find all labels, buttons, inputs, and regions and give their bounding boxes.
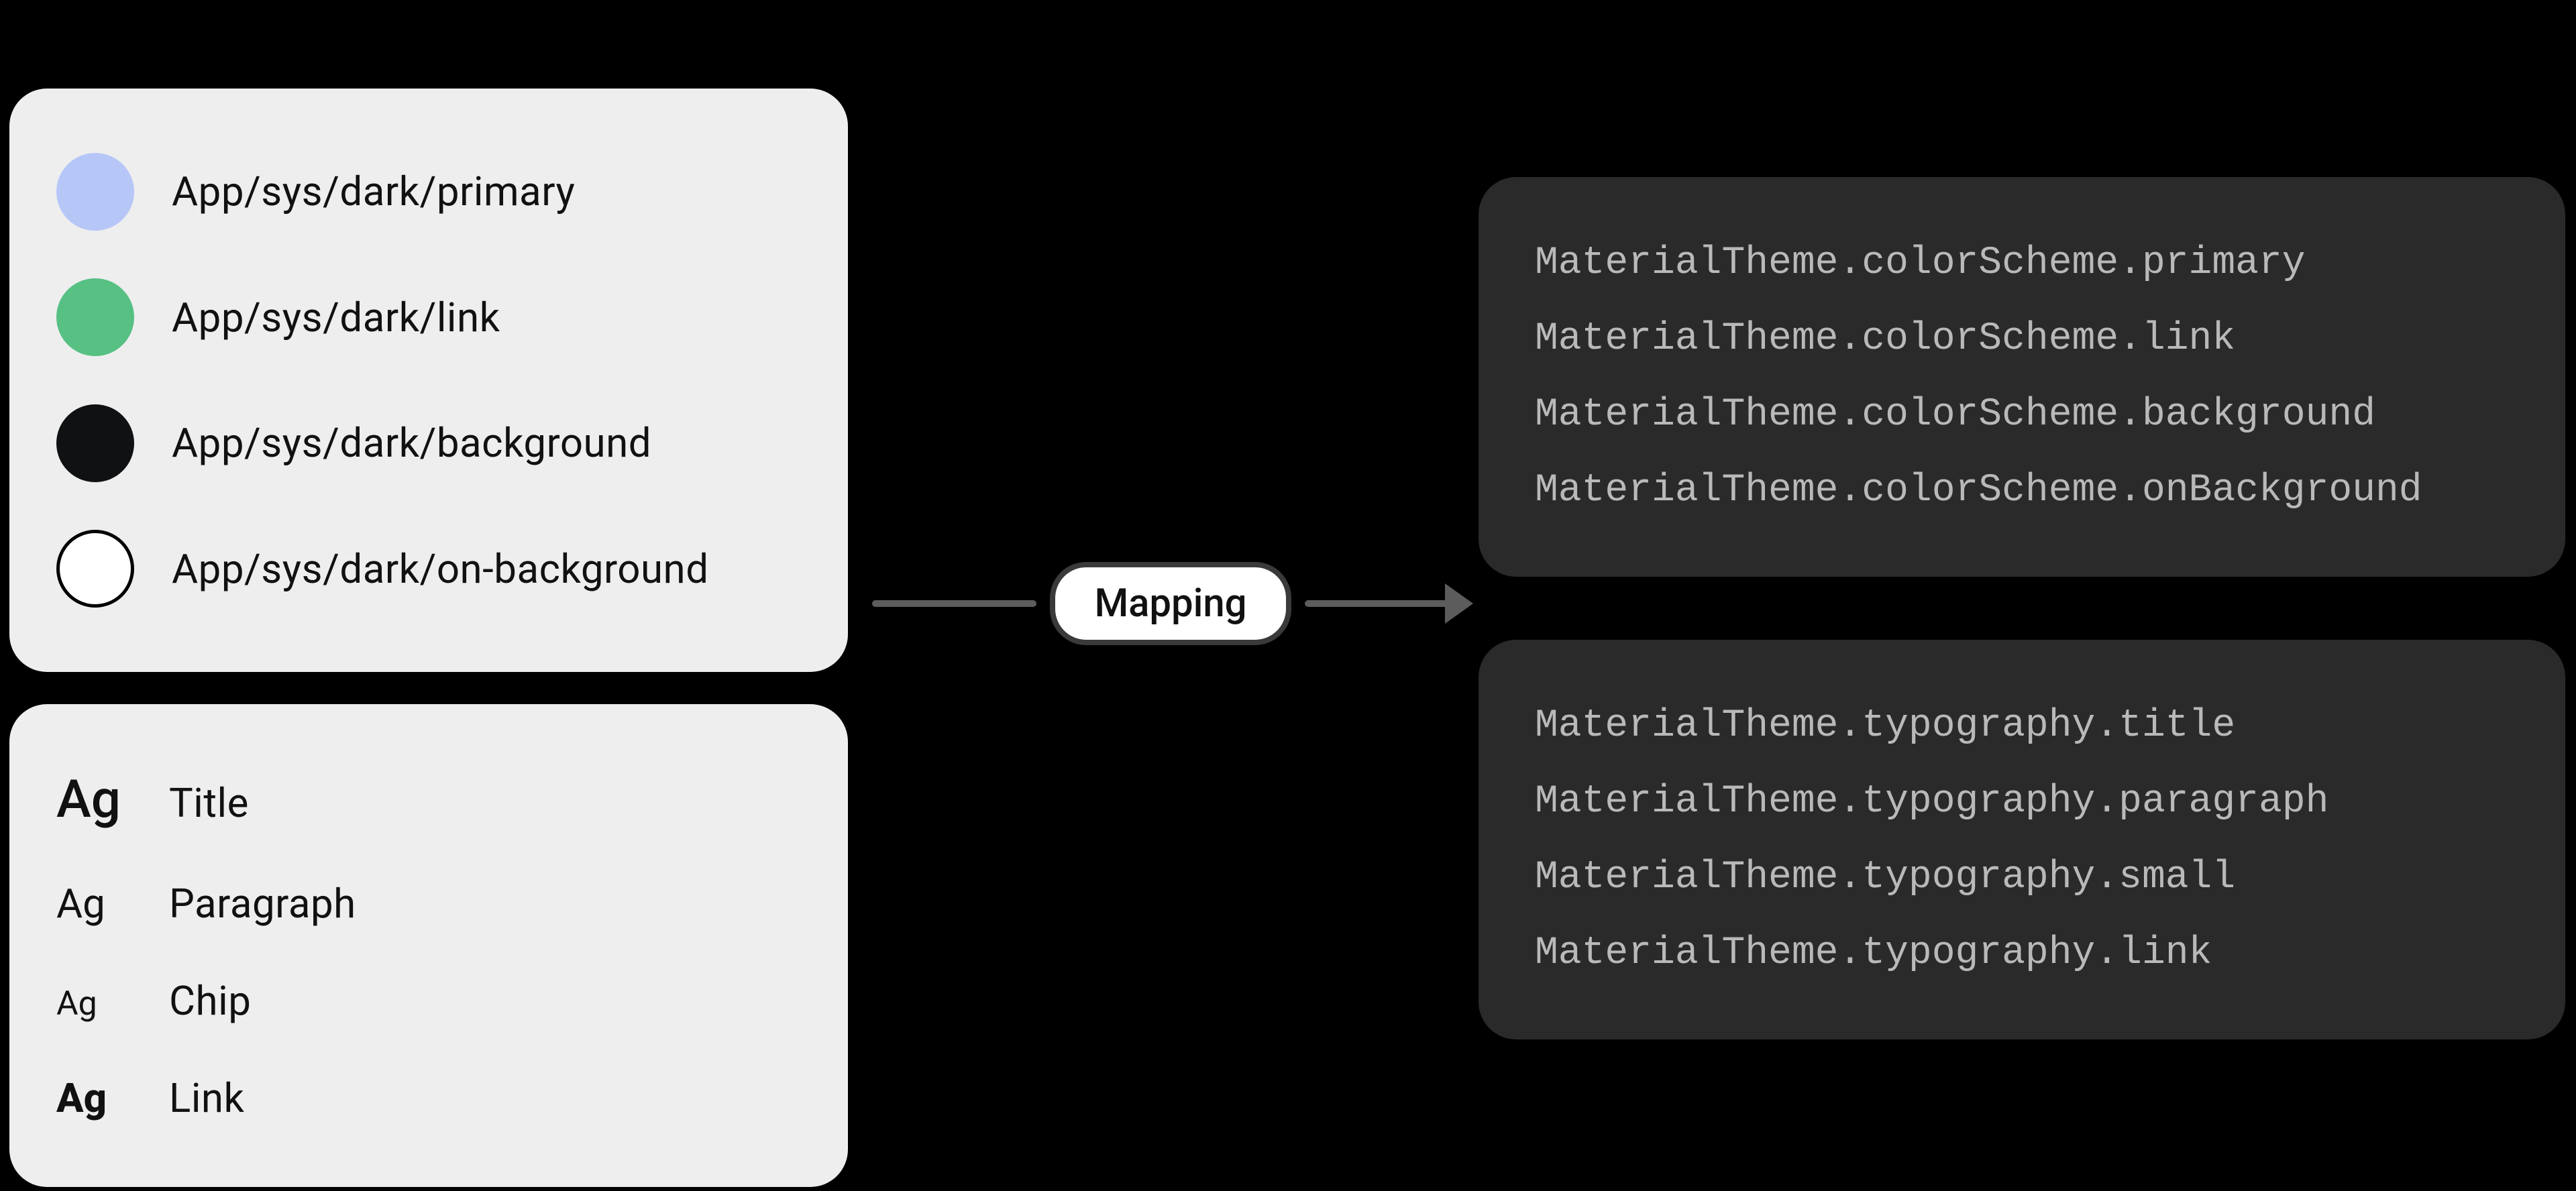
typography-row: Ag Link (56, 1074, 801, 1122)
color-token-row: App/sys/dark/primary (56, 153, 801, 231)
color-token-label: App/sys/dark/on-background (172, 545, 709, 593)
code-line: MaterialTheme.typography.paragraph (1535, 764, 2509, 840)
color-token-row: App/sys/dark/on-background (56, 530, 801, 608)
color-token-row: App/sys/dark/background (56, 404, 801, 482)
diagram-stage: App/sys/dark/primary App/sys/dark/link A… (0, 0, 2576, 1191)
typography-row: Ag Chip (56, 977, 801, 1025)
mapping-pill: Mapping (1050, 562, 1291, 645)
code-line: MaterialTheme.colorScheme.background (1535, 377, 2509, 453)
typography-label: Paragraph (169, 880, 356, 927)
code-line: MaterialTheme.typography.title (1535, 688, 2509, 764)
typography-row: Ag Title (56, 769, 801, 830)
typography-label: Chip (169, 977, 251, 1025)
color-swatch-background (56, 404, 134, 482)
mapping-arrow: Mapping (872, 550, 1469, 657)
code-line: MaterialTheme.typography.small (1535, 840, 2509, 915)
color-swatch-link (56, 278, 134, 356)
typography-label: Link (169, 1074, 244, 1122)
type-specimen-chip: Ag (56, 984, 137, 1023)
type-specimen-title: Ag (56, 769, 137, 830)
arrow-head-icon (1445, 583, 1473, 624)
typography-label: Title (169, 779, 249, 827)
color-token-label: App/sys/dark/link (172, 294, 500, 341)
arrow-line-right (1305, 600, 1469, 607)
type-specimen-paragraph: Ag (56, 880, 137, 927)
code-line: MaterialTheme.colorScheme.primary (1535, 225, 2509, 301)
color-token-label: App/sys/dark/primary (172, 168, 575, 215)
code-line: MaterialTheme.colorScheme.link (1535, 301, 2509, 377)
color-swatch-primary (56, 153, 134, 231)
code-panel-color-scheme: MaterialTheme.colorScheme.primary Materi… (1479, 177, 2565, 577)
color-token-label: App/sys/dark/background (172, 419, 651, 467)
mapping-label: Mapping (1094, 581, 1246, 626)
design-tokens-typography-panel: Ag Title Ag Paragraph Ag Chip Ag Link (9, 704, 848, 1187)
arrow-line-left (872, 600, 1036, 607)
design-tokens-color-panel: App/sys/dark/primary App/sys/dark/link A… (9, 89, 848, 672)
typography-row: Ag Paragraph (56, 880, 801, 927)
code-panel-typography: MaterialTheme.typography.title MaterialT… (1479, 640, 2565, 1039)
color-token-row: App/sys/dark/link (56, 278, 801, 356)
type-specimen-link: Ag (56, 1074, 137, 1122)
color-swatch-on-background (56, 530, 134, 608)
code-line: MaterialTheme.typography.link (1535, 915, 2509, 991)
code-line: MaterialTheme.colorScheme.onBackground (1535, 453, 2509, 528)
